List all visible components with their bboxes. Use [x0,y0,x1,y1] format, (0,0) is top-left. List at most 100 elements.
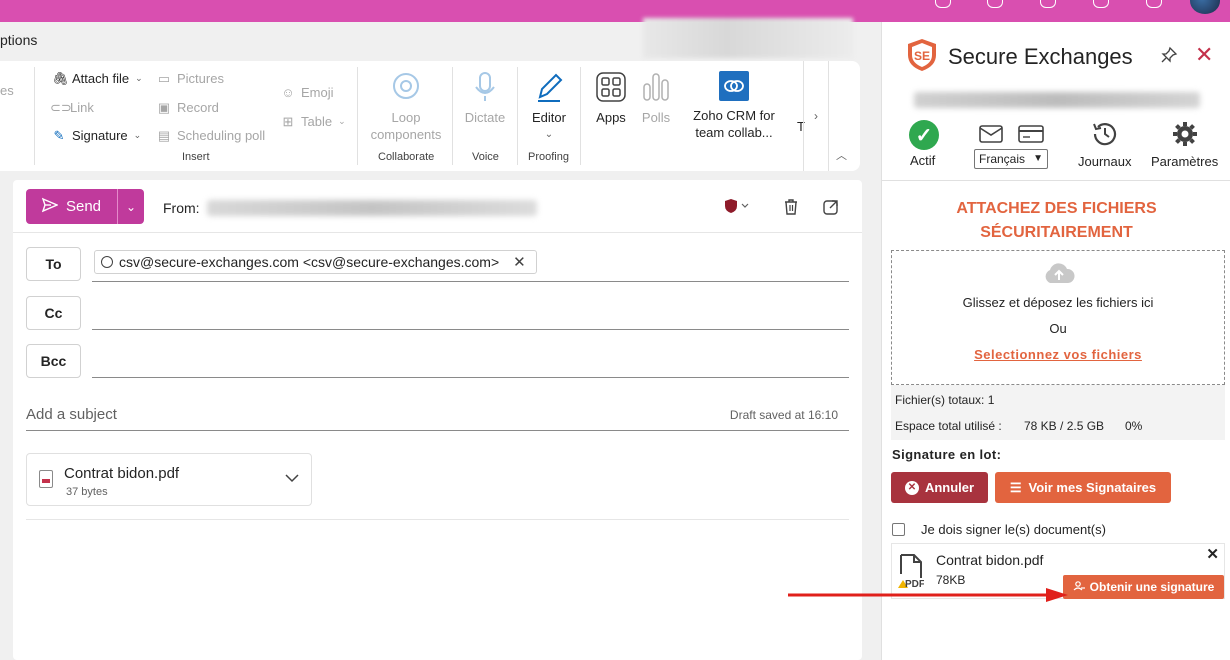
attachment-card[interactable]: Contrat bidon.pdf 37 bytes [26,453,312,506]
top-app-bar [0,0,1230,22]
cc-field[interactable] [92,329,849,330]
picture-icon: ▭ [157,70,171,86]
polls-button[interactable]: Polls [637,71,675,126]
record-button[interactable]: ▣ Record [157,100,219,115]
zoho-crm-button[interactable]: Zoho CRM for team collab... [678,71,790,141]
editor-pen-icon [533,71,565,103]
discard-button[interactable] [782,198,800,221]
settings-icon[interactable] [1093,0,1109,8]
to-button[interactable]: To [26,247,81,281]
account-email-blurred [914,92,1200,108]
panel-title: Secure Exchanges [948,44,1133,69]
collaborate-group-label: Collaborate [378,151,435,163]
send-button-group: Send ⌄ [26,189,144,224]
record-icon: ▣ [157,99,171,115]
total-files: Fichier(s) totaux: 1 [895,393,995,407]
attachment-menu-chevron-icon[interactable] [285,470,299,486]
list-icon: ☰ [1009,479,1022,495]
signature-button[interactable]: ✎ Signature ⌄ [52,128,142,143]
bcc-field[interactable] [92,377,849,378]
send-icon [41,197,59,217]
link-icon: ⊂⊃ [50,99,72,115]
active-check-icon[interactable]: ✓ [909,120,939,150]
batch-signature-label: Signature en lot: [892,447,1002,462]
space-value: 78 KB / 2.5 GB [1024,419,1105,433]
select-files-link[interactable]: Selectionnez vos fichiers [892,347,1224,362]
subject-input[interactable]: Add a subject [26,406,117,423]
pin-icon[interactable] [1160,46,1178,69]
panel-divider [882,180,1230,181]
microphone-icon [469,71,501,103]
calendar-icon[interactable] [987,0,1003,8]
options-tab-label[interactable]: ptions [0,32,37,48]
emoji-button[interactable]: ☺ Emoji [281,85,333,100]
attach-file-button[interactable]: 🖇 Attach file ⌄ [52,71,143,86]
cc-button[interactable]: Cc [26,296,81,330]
apps-button[interactable]: Apps [590,71,632,126]
remove-recipient-icon[interactable]: ✕ [513,253,526,271]
truncated-ribbon-item: es [0,83,14,98]
close-panel-icon[interactable]: ✕ [1195,42,1213,68]
close-circle-icon: ✕ [904,480,919,495]
to-field-underline [92,281,849,282]
poll-icon: ▤ [157,127,171,143]
table-icon: ⊞ [282,113,294,129]
message-icon[interactable] [935,0,951,8]
file-dropzone[interactable]: Glissez et déposez les fichiers ici Ou S… [891,250,1225,385]
pictures-button[interactable]: ▭ Pictures [157,71,224,86]
dropzone-text: Glissez et déposez les fichiers ici [962,295,1154,310]
zoho-icon [719,71,749,101]
loop-components-button[interactable]: Loop components [368,71,444,143]
scheduling-poll-button[interactable]: ▤ Scheduling poll [157,128,265,143]
ribbon-scroll-right-button[interactable]: › [803,61,829,171]
secure-exchanges-logo: SE [906,38,938,72]
space-label: Espace total utilisé : [895,419,1002,433]
apps-grid-icon [595,71,627,103]
file-size: 78KB [936,573,966,587]
sensitivity-button[interactable] [724,198,752,219]
bcc-button[interactable]: Bcc [26,344,81,378]
tasks-icon[interactable] [1040,0,1056,8]
signature-stamp-icon [1073,580,1085,594]
ribbon-separator [34,67,35,165]
pop-out-button[interactable] [822,198,840,221]
editor-button[interactable]: Editor ⌄ [526,71,572,143]
chevron-down-icon: ⌄ [125,199,137,214]
recipient-chip[interactable]: csv@secure-exchanges.com <csv@secure-exc… [94,250,537,274]
chevron-down-icon: ⌄ [544,129,554,140]
avatar[interactable] [1190,0,1220,14]
cancel-button[interactable]: ✕ Annuler [891,472,988,503]
ribbon-separator [517,67,518,165]
subject-underline [26,430,849,431]
from-address-blurred[interactable] [207,200,537,216]
journaux-label[interactable]: Journaux [1078,154,1131,169]
ribbon-separator [452,67,453,165]
from-label: From: [163,200,200,216]
view-signers-button[interactable]: ☰ Voir mes Signataires [995,472,1171,503]
language-select[interactable]: Français ▼ [974,149,1048,169]
collapse-ribbon-button[interactable]: ︿ [836,147,847,163]
chevron-down-icon: ▼ [1033,153,1043,164]
credit-card-icon[interactable] [1018,125,1044,146]
chevron-up-icon: ︿ [836,150,847,162]
gear-icon[interactable] [1172,121,1198,150]
help-icon[interactable] [1146,0,1162,8]
ribbon-separator [357,67,358,165]
parametres-label[interactable]: Paramètres [1151,154,1218,169]
link-button[interactable]: ⊂⊃ Link [50,100,94,115]
ribbon-toolbar: es 🖇 Attach file ⌄ ⊂⊃ Link ✎ Signature ⌄… [0,61,860,171]
draft-status: Draft saved at 16:10 [729,408,838,422]
file-stats: Fichier(s) totaux: 1 Espace total utilis… [891,385,1225,440]
space-percent: 0% [1125,419,1143,433]
email-icon[interactable] [979,125,1003,146]
must-sign-checkbox[interactable] [892,523,905,536]
attachment-name: Contrat bidon.pdf [64,465,180,482]
dictate-button[interactable]: Dictate [462,71,508,126]
table-button[interactable]: ⊞ Table ⌄ [281,114,346,129]
send-options-dropdown[interactable]: ⌄ [118,189,144,224]
history-icon[interactable] [1090,120,1120,151]
send-button[interactable]: Send [26,189,118,224]
get-signature-button[interactable]: Obtenir une signature [1063,575,1224,599]
secure-exchanges-panel: SE Secure Exchanges ✕ ✓ Actif Français ▼… [881,22,1230,660]
remove-file-icon[interactable]: ✕ [1206,545,1219,563]
